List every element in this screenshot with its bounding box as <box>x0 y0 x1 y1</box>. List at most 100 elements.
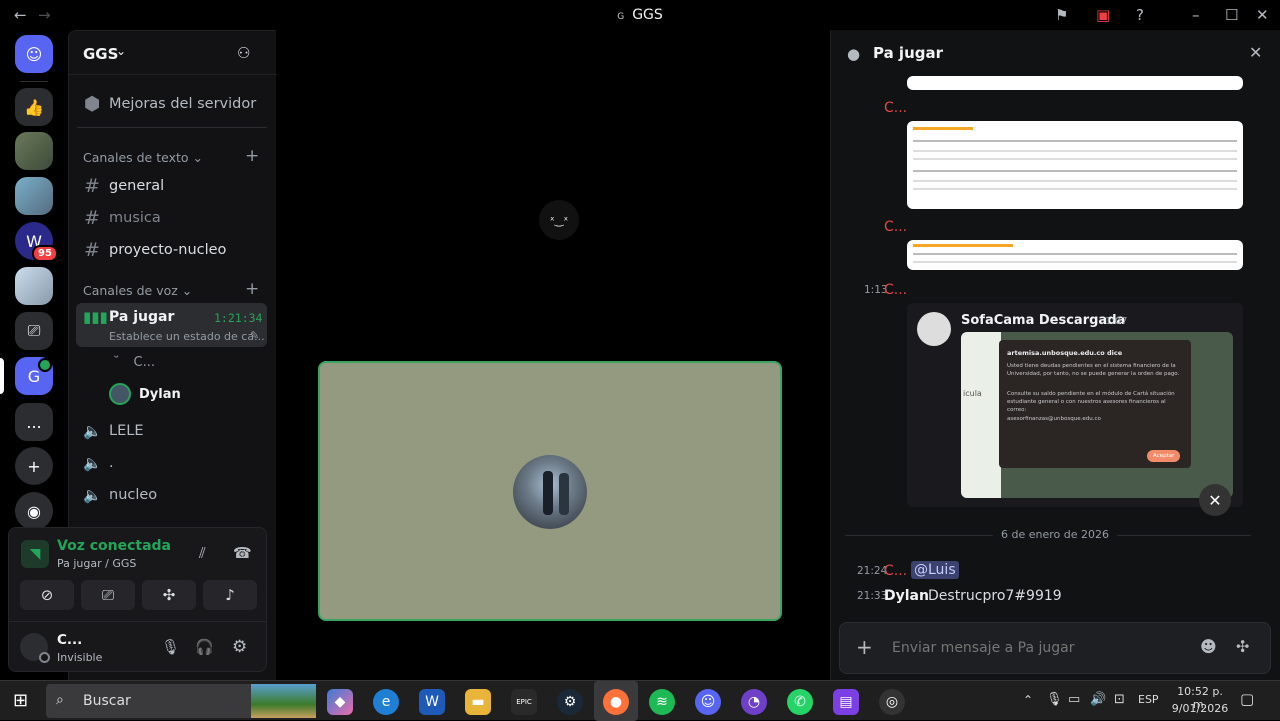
steam-icon[interactable]: ⚙ <box>557 689 583 715</box>
channel-general[interactable]: # general <box>83 175 164 197</box>
signal-icon[interactable]: ◥ <box>21 540 49 568</box>
window-title: G GGS <box>0 7 1280 23</box>
tray-language[interactable]: ESP <box>1138 693 1159 706</box>
table-line <box>913 261 1237 263</box>
explore-icon[interactable]: ◉ <box>15 492 53 530</box>
channel-proyecto-nucleo[interactable]: # proyecto-nucleo <box>83 239 226 261</box>
file-explorer-icon[interactable]: ▬ <box>465 689 491 715</box>
avatar-figure-shape <box>543 471 553 515</box>
server-boost-item[interactable]: ⬢ Mejoras del servidor <box>83 93 257 115</box>
table-header-bar <box>913 127 973 130</box>
active-voice-channel[interactable]: ▮▮▮ Pa jugar 1:21:34 Establece un estado… <box>76 303 267 347</box>
voice-channel-nucleo[interactable]: 🔈 nucleo <box>83 486 157 504</box>
close-window-icon[interactable]: ✕ <box>1256 6 1269 24</box>
notification-icon[interactable]: ▢ <box>1240 690 1254 708</box>
add-voice-channel-icon[interactable]: + <box>245 279 259 299</box>
user-mention[interactable]: @Luis <box>911 561 959 579</box>
invite-people-icon[interactable]: ⚇ <box>237 44 250 62</box>
firefox-icon[interactable]: ● <box>603 689 629 715</box>
channel-label: general <box>109 178 165 194</box>
message-author[interactable]: C... <box>884 282 907 298</box>
help-icon[interactable]: ? <box>1136 6 1144 24</box>
taskbar-search-box[interactable]: ⌕ Buscar <box>46 684 316 718</box>
voice-member-1[interactable]: ˘ C... <box>113 355 155 370</box>
message-author[interactable]: C... <box>884 563 907 579</box>
emoji-icon[interactable]: ☻ <box>1200 637 1217 656</box>
dismiss-embed-icon[interactable]: ✕ <box>1199 484 1231 516</box>
epic-games-icon[interactable]: EPIC <box>511 689 537 715</box>
tray-network-icon[interactable]: ⊡ <box>1114 692 1125 707</box>
activities-button[interactable]: ✣ <box>142 580 196 610</box>
attachment-image[interactable] <box>907 121 1243 209</box>
word-icon[interactable]: W <box>419 689 445 715</box>
server-avatar-2[interactable] <box>15 177 53 215</box>
clapperboard-icon[interactable]: ▤ <box>833 689 859 715</box>
search-highlight-art <box>251 684 316 718</box>
disconnect-icon[interactable]: ☎ <box>233 544 252 562</box>
maximize-icon[interactable]: ☐ <box>1225 6 1238 24</box>
headphones-icon[interactable]: 🎧 <box>195 638 214 656</box>
github-icon[interactable]: ◔ <box>741 689 767 715</box>
embed-author-name[interactable]: SofaCama Descargada <box>961 313 1125 328</box>
server-avatar-3[interactable] <box>15 267 53 305</box>
microphone-icon[interactable]: 🎙 <box>161 638 180 656</box>
attachment-image[interactable] <box>907 240 1243 270</box>
camera-off-button[interactable]: ⊘ <box>20 580 74 610</box>
voice-member-2[interactable]: Dylan <box>109 383 181 405</box>
copilot-icon[interactable]: ◆ <box>327 689 353 715</box>
soundboard-button[interactable]: ♪ <box>203 580 257 610</box>
thumbs-up-server-icon[interactable]: 👍 <box>15 88 53 126</box>
obs-icon[interactable]: ◎ <box>879 689 905 715</box>
settings-gear-icon[interactable]: ⚙ <box>232 637 247 657</box>
inbox-icon[interactable]: ▣ <box>1096 6 1110 24</box>
channel-musica[interactable]: # musica <box>83 207 161 229</box>
tray-volume-icon[interactable]: 🔊 <box>1090 692 1106 707</box>
voice-channel-dot[interactable]: 🔈. <box>83 454 114 472</box>
voice-connection-location[interactable]: Pa jugar / GGS <box>57 557 136 570</box>
windows-start-icon[interactable]: ⊞ <box>13 690 28 711</box>
tray-battery-icon[interactable]: ▭ <box>1068 692 1080 707</box>
window-title-text: GGS <box>632 7 663 23</box>
text-category-header[interactable]: Canales de texto ⌄ <box>83 150 203 165</box>
forwarded-message-embed[interactable]: SofaCama Descargada 1:07 icula artemisa.… <box>907 303 1243 507</box>
message-author[interactable]: C... <box>884 219 907 235</box>
tray-date[interactable]: 9/01/2026 <box>1170 702 1230 715</box>
screen-share-button[interactable]: ⎚ <box>81 580 135 610</box>
noise-suppression-icon[interactable]: ⫽ <box>199 544 206 562</box>
more-servers-icon[interactable]: ... <box>15 403 53 441</box>
spotify-icon[interactable]: ≋ <box>649 689 675 715</box>
voice-category-header[interactable]: Canales de voz ⌄ <box>83 283 192 298</box>
attachment-image[interactable] <box>907 76 1243 90</box>
minimize-icon[interactable]: – <box>1192 6 1200 24</box>
discord-taskbar-icon[interactable]: ☺ <box>695 689 721 715</box>
chat-panel: ● Pa jugar ✕ C... C... 1:13 C... SofaCam… <box>830 30 1280 680</box>
participant-video-tile[interactable] <box>318 361 782 621</box>
edge-icon[interactable]: e <box>373 689 399 715</box>
close-chat-icon[interactable]: ✕ <box>1249 43 1262 62</box>
attach-plus-icon[interactable]: + <box>856 635 873 659</box>
server-avatar-1[interactable] <box>15 132 53 170</box>
discord-home-icon[interactable]: ☺ <box>15 35 53 73</box>
embed-screenshot[interactable]: icula artemisa.unbosque.edu.co dice Uste… <box>961 332 1233 498</box>
invisible-status-icon <box>39 652 50 663</box>
screen-share-server-icon[interactable]: ⎚ <box>15 312 53 350</box>
hash-icon: # <box>84 207 100 229</box>
voice-channel-lele[interactable]: 🔈 LELE <box>83 422 143 440</box>
message-author[interactable]: Dylan <box>884 588 929 604</box>
message-input[interactable] <box>892 631 1182 665</box>
channel-label: musica <box>109 210 161 226</box>
tray-microphone-icon[interactable]: 🎙 <box>1046 692 1063 707</box>
message-text: Destrucpro7#9919 <box>928 588 1062 604</box>
add-text-channel-icon[interactable]: + <box>245 146 259 166</box>
whatsapp-icon[interactable]: ✆ <box>787 689 813 715</box>
message-composer: + ☻ ✣ <box>839 622 1271 674</box>
add-server-icon[interactable]: + <box>15 447 53 485</box>
server-header[interactable]: GGS ⌄ ⚇ <box>69 31 277 75</box>
flag-icon[interactable]: ⚑ <box>1055 6 1068 24</box>
tray-chevron-icon[interactable]: ⌃ <box>1023 693 1033 707</box>
edit-status-icon[interactable]: ✎ <box>250 329 259 342</box>
voice-stage: ˣ‿ˣ <box>277 30 822 680</box>
apps-icon[interactable]: ✣ <box>1236 637 1249 656</box>
dizzy-face-avatar-icon[interactable]: ˣ‿ˣ <box>539 200 579 240</box>
message-author[interactable]: C... <box>884 100 907 116</box>
